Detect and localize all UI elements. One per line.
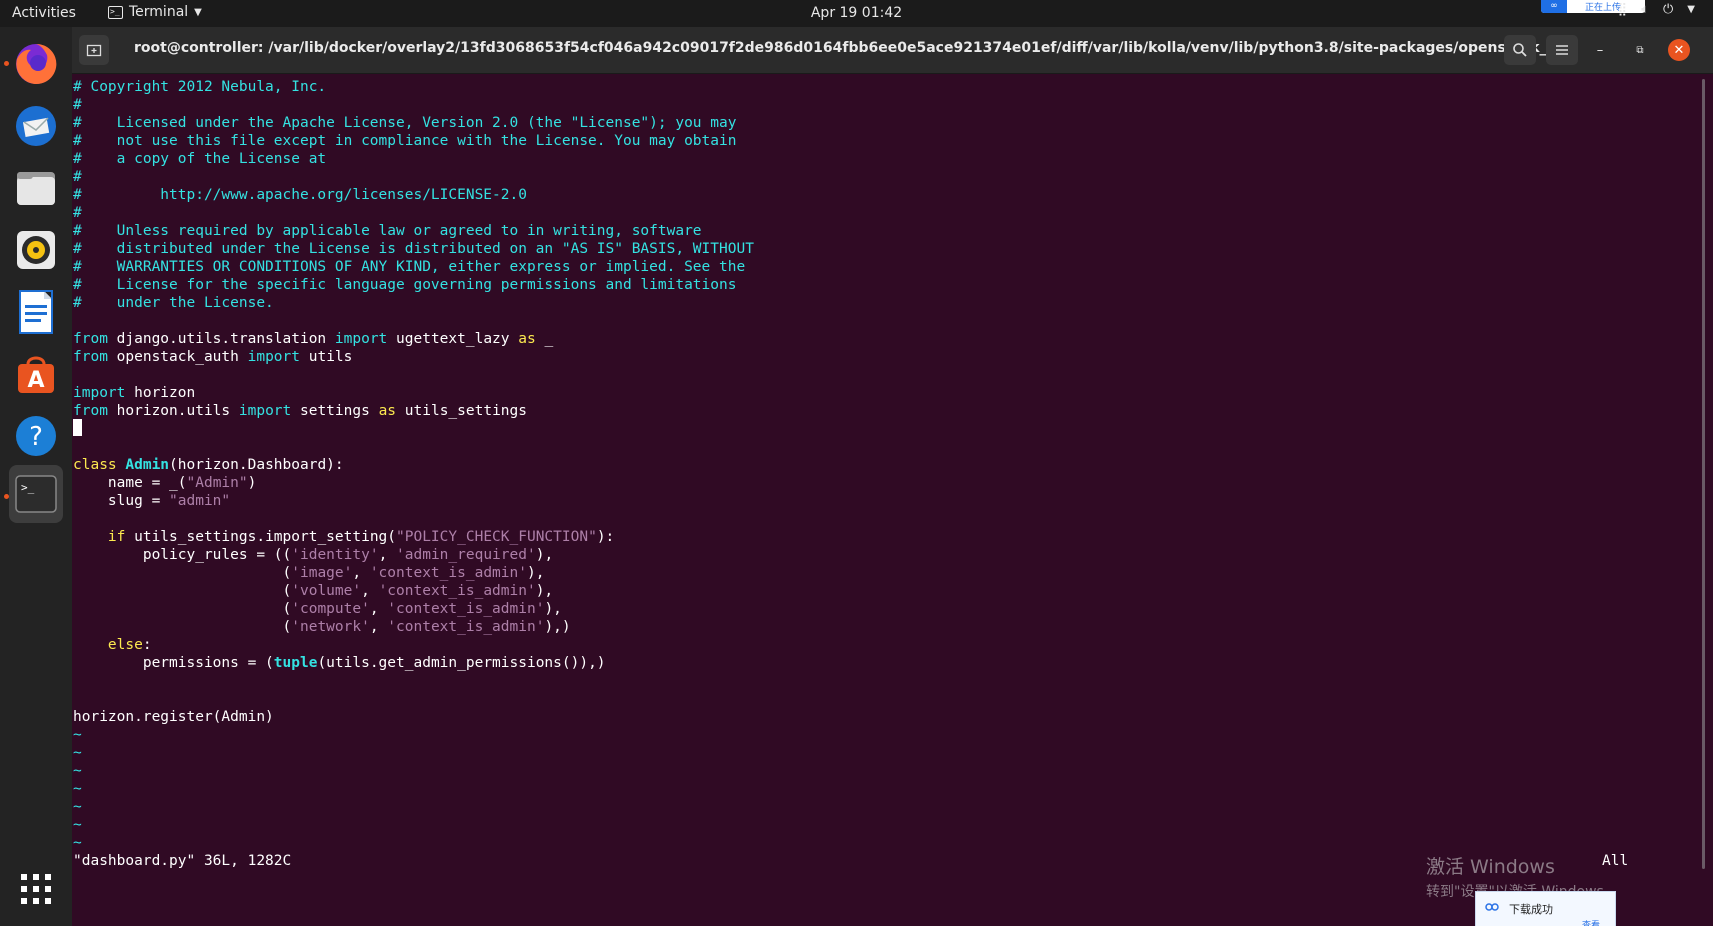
toast-view-link[interactable]: 查看: [1582, 918, 1600, 926]
code-line: # distributed under the License is distr…: [73, 241, 754, 257]
empty-line-marker: ~: [73, 835, 82, 851]
help-launcher[interactable]: ?: [9, 409, 63, 463]
code-line: # Unless required by applicable law or a…: [73, 223, 702, 239]
code-line: # a copy of the License at: [73, 151, 327, 167]
scrollbar[interactable]: [1702, 79, 1705, 869]
code-line: # not use this file except in compliance…: [73, 133, 737, 149]
code-line: #: [73, 97, 82, 113]
writer-icon: [19, 290, 53, 334]
help-icon: ?: [16, 416, 56, 456]
empty-line-marker: ~: [73, 781, 82, 797]
search-button[interactable]: [1504, 35, 1536, 65]
vim-status-line: "dashboard.py" 36L, 1282C: [73, 853, 292, 869]
restore-icon: ⧉: [1636, 44, 1644, 56]
toast-message: 下载成功: [1509, 903, 1553, 916]
empty-line-marker: ~: [73, 745, 82, 761]
minimize-button[interactable]: –: [1589, 39, 1611, 61]
svg-text:>_: >_: [21, 481, 35, 494]
grid-icon: [21, 874, 51, 904]
window-title: root@controller: /var/lib/docker/overlay…: [134, 40, 1564, 56]
code-line: permissions = (tuple(utils.get_admin_per…: [73, 655, 606, 671]
header-bar: root@controller: /var/lib/docker/overlay…: [72, 27, 1713, 74]
terminal-icon: >_: [15, 475, 57, 513]
code-line: ('volume', 'context_is_admin'),: [73, 583, 554, 599]
code-line: from openstack_auth import utils: [73, 349, 353, 365]
chevron-down-icon: ▼: [1687, 4, 1695, 15]
svg-text:?: ?: [29, 422, 43, 452]
code-line: horizon.register(Admin): [73, 709, 274, 725]
code-line: #: [73, 169, 82, 185]
rhythmbox-icon: [17, 231, 55, 269]
clock[interactable]: Apr 19 01:42: [811, 5, 902, 21]
baidu-cloud-icon: [1485, 903, 1499, 911]
files-icon: [17, 172, 55, 205]
system-tray[interactable]: ⣿ 🔈︎ ⏻ ▼: [1618, 2, 1695, 17]
code-line: from horizon.utils import settings as ut…: [73, 403, 527, 419]
text-cursor: [73, 419, 82, 436]
vim-editor[interactable]: # Copyright 2012 Nebula, Inc. # # Licens…: [72, 74, 1713, 926]
close-icon: ✕: [1673, 42, 1685, 58]
activities-button[interactable]: Activities: [12, 5, 76, 21]
volume-icon: 🔈︎: [1641, 2, 1649, 17]
chevron-down-icon: ▼: [194, 6, 202, 18]
power-icon: ⏻: [1663, 2, 1674, 17]
empty-line-marker: ~: [73, 799, 82, 815]
files-launcher[interactable]: [9, 161, 63, 215]
code-line: # Licensed under the Apache License, Ver…: [73, 115, 737, 131]
svg-text:A: A: [27, 368, 44, 393]
code-line: policy_rules = (('identity', 'admin_requ…: [73, 547, 554, 563]
writer-launcher[interactable]: [9, 285, 63, 339]
download-toast[interactable]: 下载成功 查看: [1475, 891, 1616, 926]
close-button[interactable]: ✕: [1668, 39, 1690, 61]
code-line: class Admin(horizon.Dashboard):: [73, 457, 344, 473]
network-icon: ⣿: [1617, 2, 1628, 17]
code-line: if utils_settings.import_setting("POLICY…: [73, 529, 615, 545]
app-menu-label: Terminal: [129, 4, 189, 20]
hamburger-icon: [1556, 45, 1568, 55]
minimize-icon: –: [1596, 42, 1604, 58]
empty-line-marker: ~: [73, 763, 82, 779]
terminal-launcher[interactable]: >_: [9, 465, 63, 523]
new-tab-button[interactable]: [79, 35, 109, 65]
baidu-cloud-icon: ∞: [1541, 0, 1567, 13]
show-apps-button[interactable]: [9, 865, 63, 913]
code-line: # under the License.: [73, 295, 274, 311]
thunderbird-icon: [16, 106, 56, 146]
app-menu[interactable]: >_ Terminal ▼: [108, 4, 202, 20]
software-launcher[interactable]: A: [9, 347, 63, 401]
code-line: # Copyright 2012 Nebula, Inc.: [73, 79, 327, 95]
code-line: ('compute', 'context_is_admin'),: [73, 601, 562, 617]
search-icon: [1513, 43, 1527, 57]
maximize-button[interactable]: ⧉: [1629, 39, 1651, 61]
code-line: # License for the specific language gove…: [73, 277, 737, 293]
software-icon: A: [18, 356, 54, 393]
code-line: slug = "admin": [73, 493, 231, 509]
dock: A ? >_: [0, 27, 72, 926]
terminal-window: root@controller: /var/lib/docker/overlay…: [72, 27, 1713, 926]
rhythmbox-launcher[interactable]: [9, 223, 63, 277]
top-bar: Activities >_ Terminal ▼ Apr 19 01:42 ∞ …: [0, 0, 1713, 27]
terminal-app-icon: >_: [108, 5, 123, 19]
firefox-icon: [16, 43, 57, 84]
code-line: ('network', 'context_is_admin'),): [73, 619, 571, 635]
code-line: import horizon: [73, 385, 196, 401]
code-line: ('image', 'context_is_admin'),: [73, 565, 545, 581]
menu-button[interactable]: [1546, 35, 1578, 65]
watermark-title: 激活 Windows: [1426, 856, 1555, 878]
baidu-popup-label: 正在上传: [1584, 3, 1621, 13]
new-tab-icon: [86, 44, 102, 57]
thunderbird-launcher[interactable]: [9, 99, 63, 153]
code-line: #: [73, 205, 82, 221]
code-line: from django.utils.translation import uge…: [73, 331, 554, 347]
code-line: # http://www.apache.org/licenses/LICENSE…: [73, 187, 527, 203]
code-line: # WARRANTIES OR CONDITIONS OF ANY KIND, …: [73, 259, 746, 275]
empty-line-marker: ~: [73, 817, 82, 833]
firefox-launcher[interactable]: [9, 37, 63, 91]
code-line: name = _("Admin"): [73, 475, 257, 491]
empty-line-marker: ~: [73, 727, 82, 743]
code-line: else:: [73, 637, 152, 653]
